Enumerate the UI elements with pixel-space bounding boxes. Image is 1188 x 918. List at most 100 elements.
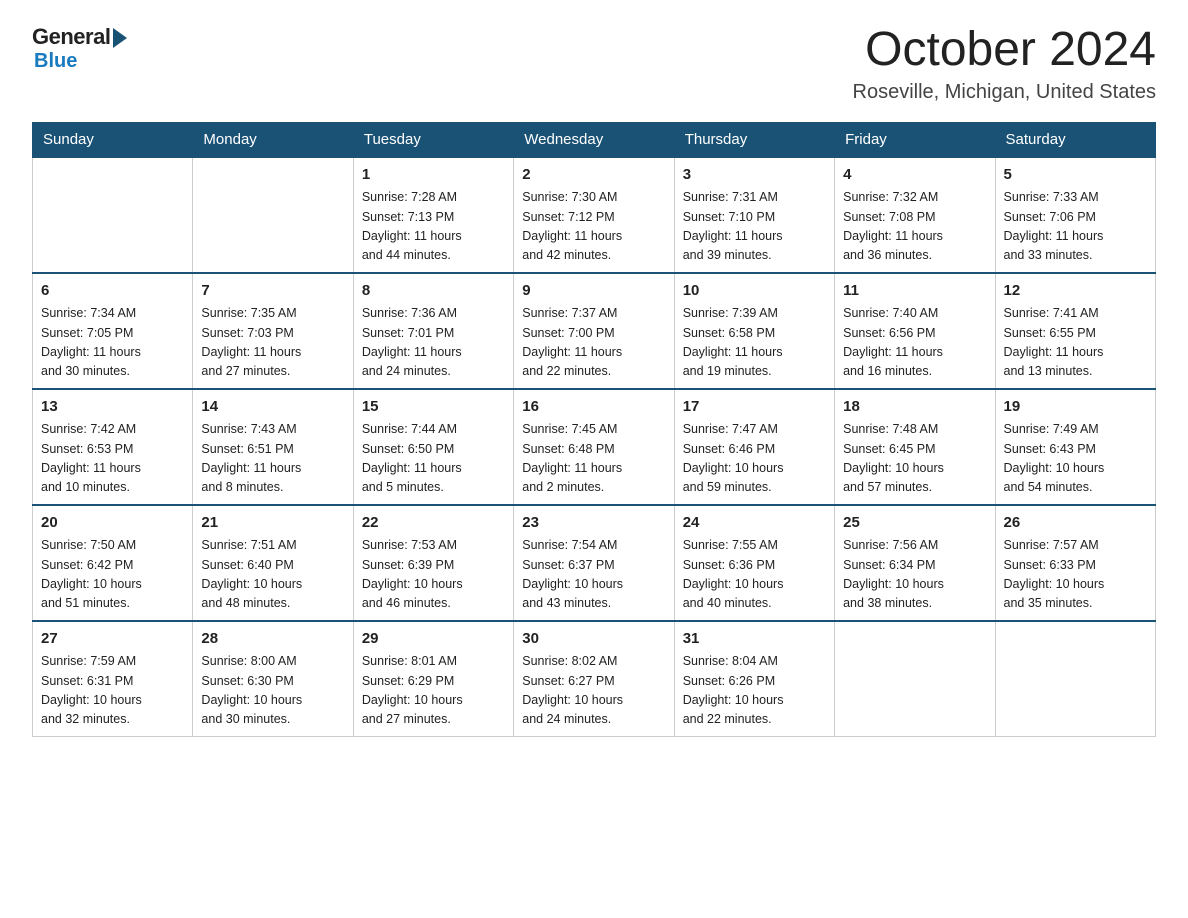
day-info: Sunrise: 8:04 AM Sunset: 6:26 PM Dayligh… bbox=[683, 652, 826, 730]
day-number: 2 bbox=[522, 164, 665, 187]
calendar-cell: 5Sunrise: 7:33 AM Sunset: 7:06 PM Daylig… bbox=[995, 157, 1155, 273]
day-number: 1 bbox=[362, 164, 505, 187]
day-info: Sunrise: 7:41 AM Sunset: 6:55 PM Dayligh… bbox=[1004, 304, 1147, 382]
calendar-cell: 19Sunrise: 7:49 AM Sunset: 6:43 PM Dayli… bbox=[995, 389, 1155, 505]
weekday-header-tuesday: Tuesday bbox=[353, 122, 513, 157]
logo: General Blue bbox=[32, 24, 127, 73]
calendar-cell: 24Sunrise: 7:55 AM Sunset: 6:36 PM Dayli… bbox=[674, 505, 834, 621]
calendar-cell: 4Sunrise: 7:32 AM Sunset: 7:08 PM Daylig… bbox=[835, 157, 995, 273]
day-info: Sunrise: 7:28 AM Sunset: 7:13 PM Dayligh… bbox=[362, 188, 505, 266]
calendar-cell: 18Sunrise: 7:48 AM Sunset: 6:45 PM Dayli… bbox=[835, 389, 995, 505]
day-info: Sunrise: 7:54 AM Sunset: 6:37 PM Dayligh… bbox=[522, 536, 665, 614]
day-info: Sunrise: 7:48 AM Sunset: 6:45 PM Dayligh… bbox=[843, 420, 986, 498]
day-info: Sunrise: 7:51 AM Sunset: 6:40 PM Dayligh… bbox=[201, 536, 344, 614]
day-number: 13 bbox=[41, 396, 184, 419]
day-number: 23 bbox=[522, 512, 665, 535]
day-number: 31 bbox=[683, 628, 826, 651]
page-header: General Blue October 2024 Roseville, Mic… bbox=[32, 24, 1156, 104]
location-subtitle: Roseville, Michigan, United States bbox=[853, 81, 1156, 104]
calendar-table: SundayMondayTuesdayWednesdayThursdayFrid… bbox=[32, 122, 1156, 737]
day-info: Sunrise: 7:55 AM Sunset: 6:36 PM Dayligh… bbox=[683, 536, 826, 614]
day-number: 22 bbox=[362, 512, 505, 535]
calendar-cell: 30Sunrise: 8:02 AM Sunset: 6:27 PM Dayli… bbox=[514, 621, 674, 737]
day-number: 17 bbox=[683, 396, 826, 419]
calendar-cell: 11Sunrise: 7:40 AM Sunset: 6:56 PM Dayli… bbox=[835, 273, 995, 389]
day-number: 30 bbox=[522, 628, 665, 651]
weekday-header-thursday: Thursday bbox=[674, 122, 834, 157]
day-info: Sunrise: 7:39 AM Sunset: 6:58 PM Dayligh… bbox=[683, 304, 826, 382]
day-info: Sunrise: 7:42 AM Sunset: 6:53 PM Dayligh… bbox=[41, 420, 184, 498]
calendar-cell bbox=[33, 157, 193, 273]
calendar-cell bbox=[835, 621, 995, 737]
day-number: 4 bbox=[843, 164, 986, 187]
calendar-cell: 8Sunrise: 7:36 AM Sunset: 7:01 PM Daylig… bbox=[353, 273, 513, 389]
calendar-cell: 28Sunrise: 8:00 AM Sunset: 6:30 PM Dayli… bbox=[193, 621, 353, 737]
day-info: Sunrise: 7:35 AM Sunset: 7:03 PM Dayligh… bbox=[201, 304, 344, 382]
calendar-cell: 26Sunrise: 7:57 AM Sunset: 6:33 PM Dayli… bbox=[995, 505, 1155, 621]
day-number: 12 bbox=[1004, 280, 1147, 303]
day-number: 26 bbox=[1004, 512, 1147, 535]
calendar-cell: 6Sunrise: 7:34 AM Sunset: 7:05 PM Daylig… bbox=[33, 273, 193, 389]
day-info: Sunrise: 7:34 AM Sunset: 7:05 PM Dayligh… bbox=[41, 304, 184, 382]
calendar-cell: 23Sunrise: 7:54 AM Sunset: 6:37 PM Dayli… bbox=[514, 505, 674, 621]
day-number: 11 bbox=[843, 280, 986, 303]
day-info: Sunrise: 7:32 AM Sunset: 7:08 PM Dayligh… bbox=[843, 188, 986, 266]
calendar-cell: 14Sunrise: 7:43 AM Sunset: 6:51 PM Dayli… bbox=[193, 389, 353, 505]
calendar-cell: 3Sunrise: 7:31 AM Sunset: 7:10 PM Daylig… bbox=[674, 157, 834, 273]
day-number: 15 bbox=[362, 396, 505, 419]
weekday-header-friday: Friday bbox=[835, 122, 995, 157]
weekday-header-wednesday: Wednesday bbox=[514, 122, 674, 157]
day-number: 7 bbox=[201, 280, 344, 303]
day-info: Sunrise: 7:59 AM Sunset: 6:31 PM Dayligh… bbox=[41, 652, 184, 730]
day-info: Sunrise: 7:31 AM Sunset: 7:10 PM Dayligh… bbox=[683, 188, 826, 266]
calendar-cell: 20Sunrise: 7:50 AM Sunset: 6:42 PM Dayli… bbox=[33, 505, 193, 621]
day-number: 9 bbox=[522, 280, 665, 303]
day-info: Sunrise: 8:02 AM Sunset: 6:27 PM Dayligh… bbox=[522, 652, 665, 730]
title-block: October 2024 Roseville, Michigan, United… bbox=[853, 24, 1156, 104]
logo-triangle-icon bbox=[113, 28, 127, 48]
day-info: Sunrise: 7:30 AM Sunset: 7:12 PM Dayligh… bbox=[522, 188, 665, 266]
day-info: Sunrise: 7:40 AM Sunset: 6:56 PM Dayligh… bbox=[843, 304, 986, 382]
day-info: Sunrise: 7:57 AM Sunset: 6:33 PM Dayligh… bbox=[1004, 536, 1147, 614]
calendar-cell: 29Sunrise: 8:01 AM Sunset: 6:29 PM Dayli… bbox=[353, 621, 513, 737]
logo-blue-text: Blue bbox=[34, 50, 77, 73]
day-number: 3 bbox=[683, 164, 826, 187]
day-number: 8 bbox=[362, 280, 505, 303]
day-info: Sunrise: 7:56 AM Sunset: 6:34 PM Dayligh… bbox=[843, 536, 986, 614]
calendar-cell: 12Sunrise: 7:41 AM Sunset: 6:55 PM Dayli… bbox=[995, 273, 1155, 389]
calendar-cell: 16Sunrise: 7:45 AM Sunset: 6:48 PM Dayli… bbox=[514, 389, 674, 505]
day-number: 21 bbox=[201, 512, 344, 535]
weekday-header-saturday: Saturday bbox=[995, 122, 1155, 157]
day-info: Sunrise: 7:33 AM Sunset: 7:06 PM Dayligh… bbox=[1004, 188, 1147, 266]
calendar-week-row: 1Sunrise: 7:28 AM Sunset: 7:13 PM Daylig… bbox=[33, 157, 1156, 273]
day-number: 25 bbox=[843, 512, 986, 535]
weekday-header-monday: Monday bbox=[193, 122, 353, 157]
day-info: Sunrise: 7:53 AM Sunset: 6:39 PM Dayligh… bbox=[362, 536, 505, 614]
day-info: Sunrise: 7:44 AM Sunset: 6:50 PM Dayligh… bbox=[362, 420, 505, 498]
calendar-cell: 27Sunrise: 7:59 AM Sunset: 6:31 PM Dayli… bbox=[33, 621, 193, 737]
calendar-cell: 25Sunrise: 7:56 AM Sunset: 6:34 PM Dayli… bbox=[835, 505, 995, 621]
day-number: 27 bbox=[41, 628, 184, 651]
day-number: 16 bbox=[522, 396, 665, 419]
calendar-cell: 2Sunrise: 7:30 AM Sunset: 7:12 PM Daylig… bbox=[514, 157, 674, 273]
day-number: 6 bbox=[41, 280, 184, 303]
day-number: 29 bbox=[362, 628, 505, 651]
calendar-cell: 13Sunrise: 7:42 AM Sunset: 6:53 PM Dayli… bbox=[33, 389, 193, 505]
calendar-week-row: 27Sunrise: 7:59 AM Sunset: 6:31 PM Dayli… bbox=[33, 621, 1156, 737]
calendar-week-row: 6Sunrise: 7:34 AM Sunset: 7:05 PM Daylig… bbox=[33, 273, 1156, 389]
day-number: 20 bbox=[41, 512, 184, 535]
day-info: Sunrise: 7:36 AM Sunset: 7:01 PM Dayligh… bbox=[362, 304, 505, 382]
day-number: 5 bbox=[1004, 164, 1147, 187]
calendar-week-row: 20Sunrise: 7:50 AM Sunset: 6:42 PM Dayli… bbox=[33, 505, 1156, 621]
day-number: 10 bbox=[683, 280, 826, 303]
calendar-header-row: SundayMondayTuesdayWednesdayThursdayFrid… bbox=[33, 122, 1156, 157]
calendar-cell: 1Sunrise: 7:28 AM Sunset: 7:13 PM Daylig… bbox=[353, 157, 513, 273]
day-number: 24 bbox=[683, 512, 826, 535]
day-number: 19 bbox=[1004, 396, 1147, 419]
calendar-cell: 17Sunrise: 7:47 AM Sunset: 6:46 PM Dayli… bbox=[674, 389, 834, 505]
day-info: Sunrise: 7:37 AM Sunset: 7:00 PM Dayligh… bbox=[522, 304, 665, 382]
calendar-cell: 7Sunrise: 7:35 AM Sunset: 7:03 PM Daylig… bbox=[193, 273, 353, 389]
weekday-header-sunday: Sunday bbox=[33, 122, 193, 157]
day-number: 14 bbox=[201, 396, 344, 419]
day-number: 28 bbox=[201, 628, 344, 651]
